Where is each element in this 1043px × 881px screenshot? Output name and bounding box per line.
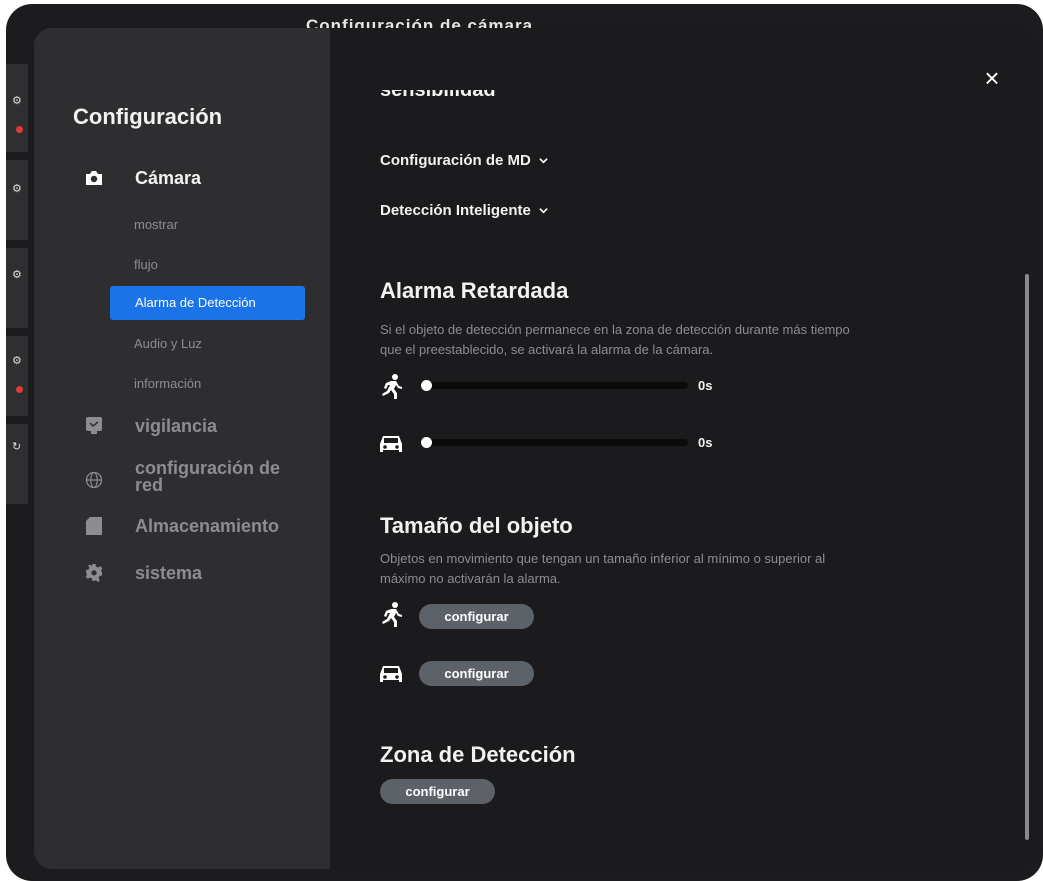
nav-item-label: configuración de red	[135, 458, 281, 495]
delayed-alarm-description: Si el objeto de detección permanece en l…	[380, 322, 850, 357]
smart-detection-dropdown[interactable]: Detección Inteligente	[380, 202, 548, 219]
thumbnail[interactable]	[6, 336, 28, 416]
sidebar-title: Configuración	[73, 104, 223, 129]
thumbnail[interactable]	[6, 248, 28, 328]
person-size-configure-button[interactable]: configurar	[419, 604, 534, 629]
nav-item-label: sistema	[135, 562, 203, 583]
nav-item-camara[interactable]: Cámara	[84, 168, 201, 188]
sub-item-informacion[interactable]: información	[134, 376, 201, 391]
alert-dot	[16, 126, 23, 133]
detection-zone-configure-button[interactable]: configurar	[380, 779, 495, 804]
close-icon[interactable]: ×	[978, 64, 1006, 92]
object-size-description: Objetos en movimiento que tengan un tama…	[380, 551, 826, 586]
chevron-down-icon	[539, 208, 548, 214]
thumbnail[interactable]	[6, 64, 28, 152]
delayed-alarm-title: Alarma Retardada	[380, 278, 569, 303]
gear-icon[interactable]: ⚙	[12, 270, 22, 281]
thumbnail[interactable]	[6, 160, 28, 240]
nav-item-configuracion-red[interactable]: configuración de red	[84, 459, 280, 494]
sub-item-mostrar[interactable]: mostrar	[134, 217, 178, 232]
nav-item-sistema[interactable]: sistema	[84, 563, 202, 583]
car-icon	[380, 666, 402, 682]
globe-icon	[84, 470, 104, 490]
vehicle-delay-slider-track[interactable]	[420, 439, 688, 446]
sub-item-flujo[interactable]: flujo	[134, 257, 158, 272]
vehicle-delay-value: 0s	[698, 435, 713, 450]
settings-dialog: Configuración Cámara mostrar flujo Alarm…	[34, 28, 1038, 869]
app-frame: Configuración de cámara ⚙ ⚙ ⚙ ⚙ ↻ Config…	[6, 4, 1043, 881]
md-config-label: Configuración de MD	[380, 152, 531, 169]
gear-icon[interactable]: ⚙	[12, 96, 22, 107]
person-delay-value: 0s	[698, 378, 713, 393]
sub-item-alarma-deteccion[interactable]: Alarma de Detección	[110, 286, 305, 320]
person-delay-slider-handle[interactable]	[421, 380, 432, 391]
person-delay-slider-track[interactable]	[420, 382, 688, 389]
person-running-icon	[382, 374, 402, 399]
smart-detection-label: Detección Inteligente	[380, 202, 531, 219]
person-running-icon	[382, 602, 402, 627]
car-icon	[380, 436, 402, 452]
detection-zone-title: Zona de Detección	[380, 742, 576, 767]
nav-item-label: Almacenamiento	[135, 515, 280, 536]
gear-icon[interactable]: ⚙	[12, 356, 22, 367]
nav-item-label: Cámara	[135, 167, 202, 188]
sensitivity-header: sensibilidad	[380, 90, 496, 101]
vehicle-size-configure-button[interactable]: configurar	[419, 661, 534, 686]
monitor-icon	[84, 416, 104, 436]
gear-icon[interactable]: ⚙	[12, 184, 22, 195]
thumbnail-strip: ⚙ ⚙ ⚙ ⚙ ↻	[6, 64, 28, 504]
object-size-title: Tamaño del objeto	[380, 513, 573, 538]
sub-item-audio-luz[interactable]: Audio y Luz	[134, 336, 202, 351]
nav-item-almacenamiento[interactable]: Almacenamiento	[84, 516, 279, 536]
alert-dot	[16, 386, 23, 393]
camera-icon	[84, 168, 104, 188]
thumbnail[interactable]	[6, 424, 28, 504]
settings-sidebar: Configuración Cámara mostrar flujo Alarm…	[34, 28, 330, 869]
nav-item-vigilancia[interactable]: vigilancia	[84, 416, 217, 436]
md-config-dropdown[interactable]: Configuración de MD	[380, 152, 548, 169]
sd-card-icon	[84, 516, 104, 536]
nav-item-label: vigilancia	[135, 415, 218, 436]
settings-content: sensibilidad Configuración de MD Detecci…	[330, 28, 1020, 869]
vehicle-delay-slider-handle[interactable]	[421, 437, 432, 448]
refresh-icon[interactable]: ↻	[12, 442, 22, 453]
scrollbar-thumb[interactable]	[1025, 274, 1029, 840]
chevron-down-icon	[539, 158, 548, 164]
gear-icon	[84, 563, 104, 583]
